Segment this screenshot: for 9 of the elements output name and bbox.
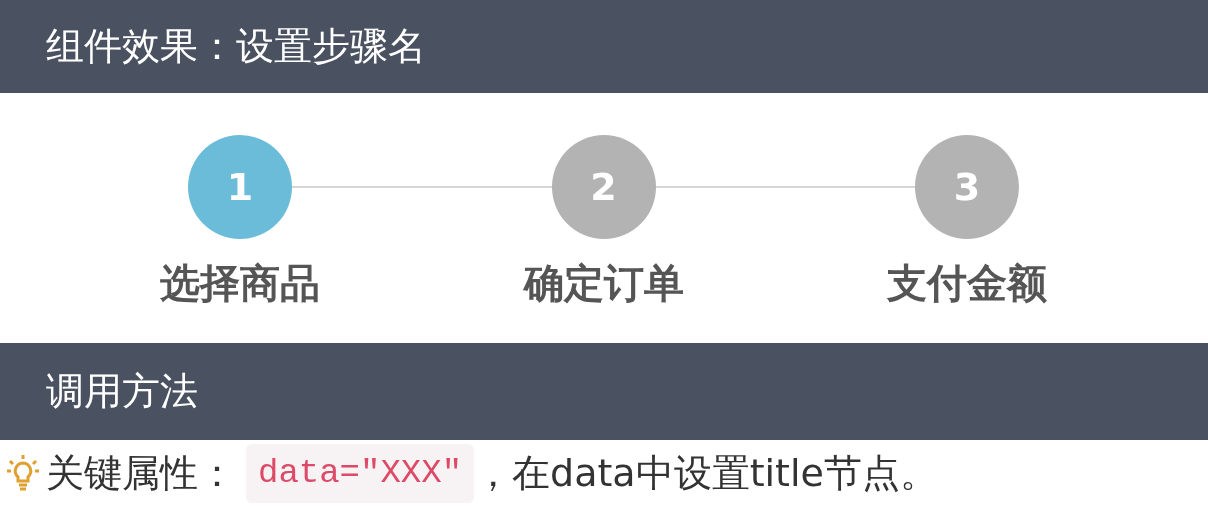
step-label: 支付金额: [887, 259, 1047, 308]
code-snippet: data="XXX": [246, 443, 475, 503]
step-label: 确定订单: [523, 259, 684, 308]
tip-text: ，在data中设置title节点。: [474, 449, 938, 497]
section-title: 调用方法: [46, 368, 198, 415]
step-label: 选择商品: [160, 259, 320, 308]
tip-label: 关键属性：: [46, 449, 236, 497]
lightbulb-icon: [4, 453, 42, 493]
section-title: 组件效果：设置步骤名: [46, 23, 426, 70]
